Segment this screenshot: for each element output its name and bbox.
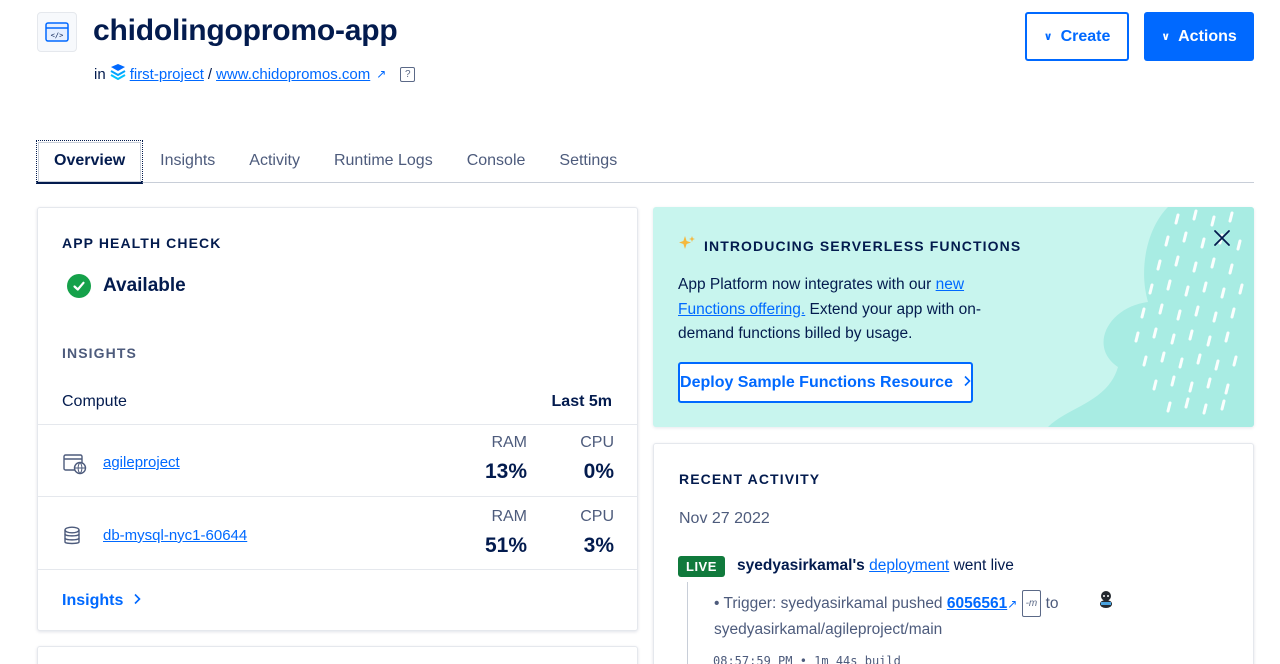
resource-row: db-mysql-nyc1-60644 RAM 51% CPU 3% [38,498,637,570]
cpu-value: 0% [583,460,614,483]
actions-button[interactable]: ∨ Actions [1144,12,1254,61]
live-badge: LIVE [678,556,725,577]
health-status-label: Available [103,275,186,296]
project-link[interactable]: first-project [130,66,204,83]
ram-metric: RAM 13% [484,434,527,484]
cpu-label: CPU [580,508,614,525]
deployment-meta: 08:57:59 PM • 1m 44s build [713,654,901,664]
external-link-icon: ↗ [1007,597,1018,611]
resource-link[interactable]: db-mysql-nyc1-60644 [103,527,247,544]
ram-label: RAM [491,508,527,525]
deploy-sample-functions-button[interactable]: Deploy Sample Functions Resource [678,362,973,403]
time-range-label: Last 5m [551,393,612,410]
breadcrumb-separator: / [207,65,213,83]
insights-title: INSIGHTS [62,345,137,361]
commit-link[interactable]: 6056561 [947,595,1007,612]
activity-date: Nov 27 2022 [679,510,770,527]
repo-branch: syedyasirkamal/agileproject/main [714,621,943,638]
svg-text:</>: </> [51,32,64,40]
check-circle-icon [67,274,91,298]
activity-user: syedyasirkamal's [737,557,865,574]
deployment-link[interactable]: deployment [869,557,949,574]
breadcrumb: in first-project / www.chidopromos.com ↗… [94,64,416,84]
sparkles-icon [678,235,696,256]
help-icon[interactable]: ? [400,66,416,82]
cpu-value: 3% [583,534,614,557]
deploy-button-label: Deploy Sample Functions Resource [680,373,953,391]
insights-link-label: Insights [62,592,124,609]
serverless-promo-card: INTRODUCING SERVERLESS FUNCTIONS App Pla… [653,207,1254,427]
resource-link[interactable]: agileproject [103,454,180,471]
resource-row: agileproject RAM 13% CPU 0% [38,425,637,497]
actions-label: Actions [1178,27,1237,45]
promo-text-before: App Platform now integrates with our [678,276,936,293]
ram-value: 13% [484,460,527,483]
domain-link[interactable]: www.chidopromos.com [216,66,370,83]
timeline-line [687,582,688,664]
create-label: Create [1060,27,1111,45]
cpu-metric: CPU 0% [568,434,614,484]
database-icon [63,526,81,551]
next-card [37,646,638,664]
health-check-title: APP HEALTH CHECK [62,235,222,251]
insights-link[interactable]: Insights [62,592,141,610]
chevron-right-icon [963,374,971,392]
promo-header: INTRODUCING SERVERLESS FUNCTIONS [678,235,1021,256]
compute-header: Compute Last 5m [38,393,637,425]
app-type-icon: </> [37,12,77,52]
chevron-down-icon: ∨ [1043,31,1053,43]
promo-description: App Platform now integrates with our new… [678,273,1018,347]
trigger-detail: • Trigger: syedyasirkamal pushed 6056561… [714,590,1134,642]
ram-value: 51% [484,534,527,557]
activity-suffix: went live [953,557,1014,574]
tab-runtime-logs[interactable]: Runtime Logs [317,140,450,182]
cpu-label: CPU [580,434,614,451]
project-icon [110,64,126,84]
web-service-icon [63,453,87,480]
cpu-metric: CPU 3% [568,508,614,558]
tab-overview[interactable]: Overview [36,140,144,184]
health-status: Available [67,274,186,298]
app-health-card: APP HEALTH CHECK Available INSIGHTS Comp… [37,207,638,631]
commit-message-toggle[interactable]: -m [1021,590,1042,617]
tab-bar: Overview Insights Activity Runtime Logs … [36,140,1254,184]
recent-activity-card: RECENT ACTIVITY Nov 27 2022 LIVE syedyas… [653,443,1254,664]
external-link-icon: ↗ [376,67,387,81]
trigger-prefix: Trigger: syedyasirkamal pushed [723,595,943,612]
tab-settings[interactable]: Settings [542,140,634,182]
tab-activity[interactable]: Activity [232,140,317,182]
activity-entry: syedyasirkamal's deployment went live [737,557,1014,575]
create-button[interactable]: ∨ Create [1025,12,1129,61]
github-avatar-icon [1096,589,1116,614]
close-icon[interactable] [1211,227,1233,249]
tab-console[interactable]: Console [450,140,543,182]
promo-title: INTRODUCING SERVERLESS FUNCTIONS [704,237,1022,254]
app-title: chidolingopromo-app [93,14,398,47]
chevron-down-icon: ∨ [1161,31,1171,43]
ram-label: RAM [491,434,527,451]
chevron-right-icon [133,592,141,610]
to-label: to [1045,595,1059,612]
in-label: in [94,65,106,83]
compute-label: Compute [62,393,127,410]
recent-activity-title: RECENT ACTIVITY [679,471,821,487]
ram-metric: RAM 51% [484,508,527,558]
tab-insights[interactable]: Insights [143,140,232,182]
